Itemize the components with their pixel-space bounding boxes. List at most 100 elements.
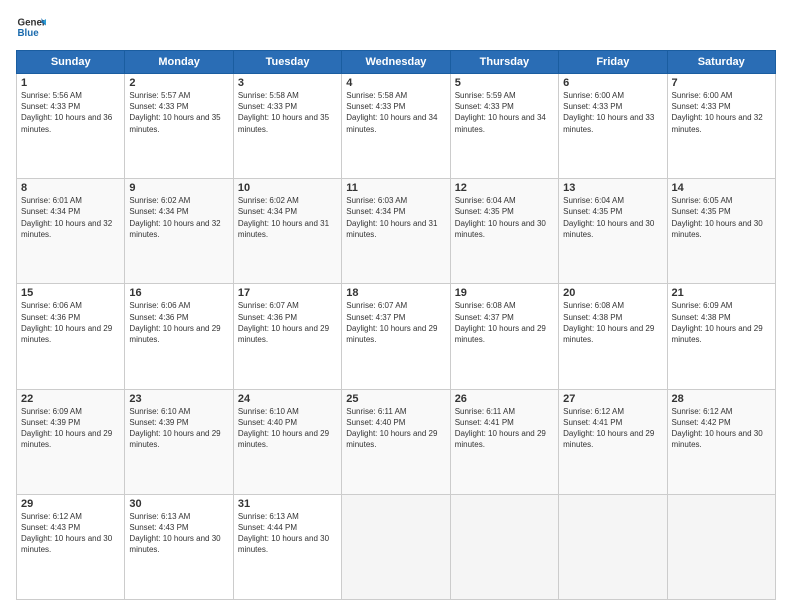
calendar-cell: 11 Sunrise: 6:03 AMSunset: 4:34 PMDayligh… <box>342 179 450 284</box>
calendar-cell: 15 Sunrise: 6:06 AMSunset: 4:36 PMDayligh… <box>17 284 125 389</box>
day-number: 31 <box>238 498 337 510</box>
day-detail: Sunrise: 5:58 AMSunset: 4:33 PMDaylight:… <box>238 91 329 134</box>
calendar-cell: 19 Sunrise: 6:08 AMSunset: 4:37 PMDayligh… <box>450 284 558 389</box>
day-number: 7 <box>672 77 771 89</box>
day-number: 20 <box>563 287 662 299</box>
day-number: 17 <box>238 287 337 299</box>
calendar-cell: 16Sunrise: 6:06 AMSunset: 4:36 PMDayligh… <box>125 284 233 389</box>
day-number: 8 <box>21 182 120 194</box>
day-detail: Sunrise: 6:07 AMSunset: 4:37 PMDaylight:… <box>346 301 437 344</box>
day-number: 11 <box>346 182 445 194</box>
calendar-week-4: 22 Sunrise: 6:09 AMSunset: 4:39 PMDayligh… <box>17 389 776 494</box>
weekday-header-wednesday: Wednesday <box>342 51 450 74</box>
calendar-cell: 14 Sunrise: 6:05 AMSunset: 4:35 PMDayligh… <box>667 179 775 284</box>
calendar-cell: 29 Sunrise: 6:12 AMSunset: 4:43 PMDayligh… <box>17 494 125 599</box>
calendar-cell: 6Sunrise: 6:00 AMSunset: 4:33 PMDaylight… <box>559 74 667 179</box>
day-number: 2 <box>129 77 228 89</box>
day-number: 19 <box>455 287 554 299</box>
header: General Blue <box>16 12 776 42</box>
calendar-week-3: 15 Sunrise: 6:06 AMSunset: 4:36 PMDayligh… <box>17 284 776 389</box>
day-detail: Sunrise: 6:03 AMSunset: 4:34 PMDaylight:… <box>346 196 437 239</box>
weekday-header-monday: Monday <box>125 51 233 74</box>
day-detail: Sunrise: 6:09 AMSunset: 4:38 PMDaylight:… <box>672 301 763 344</box>
day-number: 13 <box>563 182 662 194</box>
calendar-table: SundayMondayTuesdayWednesdayThursdayFrid… <box>16 50 776 600</box>
day-detail: Sunrise: 6:11 AMSunset: 4:40 PMDaylight:… <box>346 407 437 450</box>
calendar-cell <box>667 494 775 599</box>
day-detail: Sunrise: 6:11 AMSunset: 4:41 PMDaylight:… <box>455 407 546 450</box>
day-number: 27 <box>563 393 662 405</box>
calendar-cell: 7 Sunrise: 6:00 AMSunset: 4:33 PMDaylight… <box>667 74 775 179</box>
day-number: 26 <box>455 393 554 405</box>
calendar-cell: 12 Sunrise: 6:04 AMSunset: 4:35 PMDayligh… <box>450 179 558 284</box>
day-number: 22 <box>21 393 120 405</box>
calendar-cell <box>342 494 450 599</box>
page: General Blue SundayMondayTuesdayWednesda… <box>0 0 792 612</box>
calendar-cell: 13 Sunrise: 6:04 AMSunset: 4:35 PMDayligh… <box>559 179 667 284</box>
day-number: 30 <box>129 498 228 510</box>
day-detail: Sunrise: 6:12 AMSunset: 4:43 PMDaylight:… <box>21 512 112 555</box>
calendar-cell: 23 Sunrise: 6:10 AMSunset: 4:39 PMDayligh… <box>125 389 233 494</box>
day-detail: Sunrise: 5:57 AMSunset: 4:33 PMDaylight:… <box>129 91 220 134</box>
day-number: 29 <box>21 498 120 510</box>
day-detail: Sunrise: 6:10 AMSunset: 4:40 PMDaylight:… <box>238 407 329 450</box>
calendar-cell: 4Sunrise: 5:58 AMSunset: 4:33 PMDaylight… <box>342 74 450 179</box>
day-number: 21 <box>672 287 771 299</box>
weekday-header-saturday: Saturday <box>667 51 775 74</box>
day-detail: Sunrise: 6:00 AMSunset: 4:33 PMDaylight:… <box>672 91 763 134</box>
calendar-cell: 21 Sunrise: 6:09 AMSunset: 4:38 PMDayligh… <box>667 284 775 389</box>
calendar-header: SundayMondayTuesdayWednesdayThursdayFrid… <box>17 51 776 74</box>
logo: General Blue <box>16 12 46 42</box>
calendar-cell: 17 Sunrise: 6:07 AMSunset: 4:36 PMDayligh… <box>233 284 341 389</box>
day-detail: Sunrise: 6:04 AMSunset: 4:35 PMDaylight:… <box>563 196 654 239</box>
weekday-header-sunday: Sunday <box>17 51 125 74</box>
calendar-cell <box>450 494 558 599</box>
day-number: 15 <box>21 287 120 299</box>
calendar-cell: 27Sunrise: 6:12 AMSunset: 4:41 PMDayligh… <box>559 389 667 494</box>
day-number: 12 <box>455 182 554 194</box>
calendar-cell: 31Sunrise: 6:13 AMSunset: 4:44 PMDayligh… <box>233 494 341 599</box>
calendar-cell: 8 Sunrise: 6:01 AMSunset: 4:34 PMDaylight… <box>17 179 125 284</box>
calendar-cell: 22 Sunrise: 6:09 AMSunset: 4:39 PMDayligh… <box>17 389 125 494</box>
day-detail: Sunrise: 6:01 AMSunset: 4:34 PMDaylight:… <box>21 196 112 239</box>
day-number: 23 <box>129 393 228 405</box>
calendar-cell: 18 Sunrise: 6:07 AMSunset: 4:37 PMDayligh… <box>342 284 450 389</box>
weekday-header-tuesday: Tuesday <box>233 51 341 74</box>
calendar-cell: 1Sunrise: 5:56 AMSunset: 4:33 PMDaylight… <box>17 74 125 179</box>
day-detail: Sunrise: 6:04 AMSunset: 4:35 PMDaylight:… <box>455 196 546 239</box>
calendar-week-2: 8 Sunrise: 6:01 AMSunset: 4:34 PMDaylight… <box>17 179 776 284</box>
logo-icon: General Blue <box>16 12 46 42</box>
weekday-header-thursday: Thursday <box>450 51 558 74</box>
calendar-body: 1Sunrise: 5:56 AMSunset: 4:33 PMDaylight… <box>17 74 776 600</box>
day-detail: Sunrise: 6:08 AMSunset: 4:37 PMDaylight:… <box>455 301 546 344</box>
day-number: 10 <box>238 182 337 194</box>
day-number: 28 <box>672 393 771 405</box>
day-detail: Sunrise: 5:59 AMSunset: 4:33 PMDaylight:… <box>455 91 546 134</box>
day-number: 25 <box>346 393 445 405</box>
svg-text:Blue: Blue <box>18 28 40 39</box>
day-detail: Sunrise: 6:10 AMSunset: 4:39 PMDaylight:… <box>129 407 220 450</box>
day-detail: Sunrise: 6:02 AMSunset: 4:34 PMDaylight:… <box>238 196 329 239</box>
weekday-header-row: SundayMondayTuesdayWednesdayThursdayFrid… <box>17 51 776 74</box>
day-detail: Sunrise: 6:00 AMSunset: 4:33 PMDaylight:… <box>563 91 654 134</box>
day-number: 18 <box>346 287 445 299</box>
calendar-week-1: 1Sunrise: 5:56 AMSunset: 4:33 PMDaylight… <box>17 74 776 179</box>
calendar-cell: 26 Sunrise: 6:11 AMSunset: 4:41 PMDayligh… <box>450 389 558 494</box>
calendar-cell: 10 Sunrise: 6:02 AMSunset: 4:34 PMDayligh… <box>233 179 341 284</box>
day-detail: Sunrise: 6:05 AMSunset: 4:35 PMDaylight:… <box>672 196 763 239</box>
day-detail: Sunrise: 6:06 AMSunset: 4:36 PMDaylight:… <box>21 301 112 344</box>
day-number: 16 <box>129 287 228 299</box>
day-number: 4 <box>346 77 445 89</box>
day-detail: Sunrise: 6:08 AMSunset: 4:38 PMDaylight:… <box>563 301 654 344</box>
day-number: 14 <box>672 182 771 194</box>
calendar-week-5: 29 Sunrise: 6:12 AMSunset: 4:43 PMDayligh… <box>17 494 776 599</box>
day-detail: Sunrise: 6:07 AMSunset: 4:36 PMDaylight:… <box>238 301 329 344</box>
day-number: 9 <box>129 182 228 194</box>
calendar-cell: 20 Sunrise: 6:08 AMSunset: 4:38 PMDayligh… <box>559 284 667 389</box>
calendar-cell: 3Sunrise: 5:58 AMSunset: 4:33 PMDaylight… <box>233 74 341 179</box>
calendar-cell: 9Sunrise: 6:02 AMSunset: 4:34 PMDaylight… <box>125 179 233 284</box>
calendar-cell: 2 Sunrise: 5:57 AMSunset: 4:33 PMDaylight… <box>125 74 233 179</box>
weekday-header-friday: Friday <box>559 51 667 74</box>
day-detail: Sunrise: 6:09 AMSunset: 4:39 PMDaylight:… <box>21 407 112 450</box>
day-number: 1 <box>21 77 120 89</box>
